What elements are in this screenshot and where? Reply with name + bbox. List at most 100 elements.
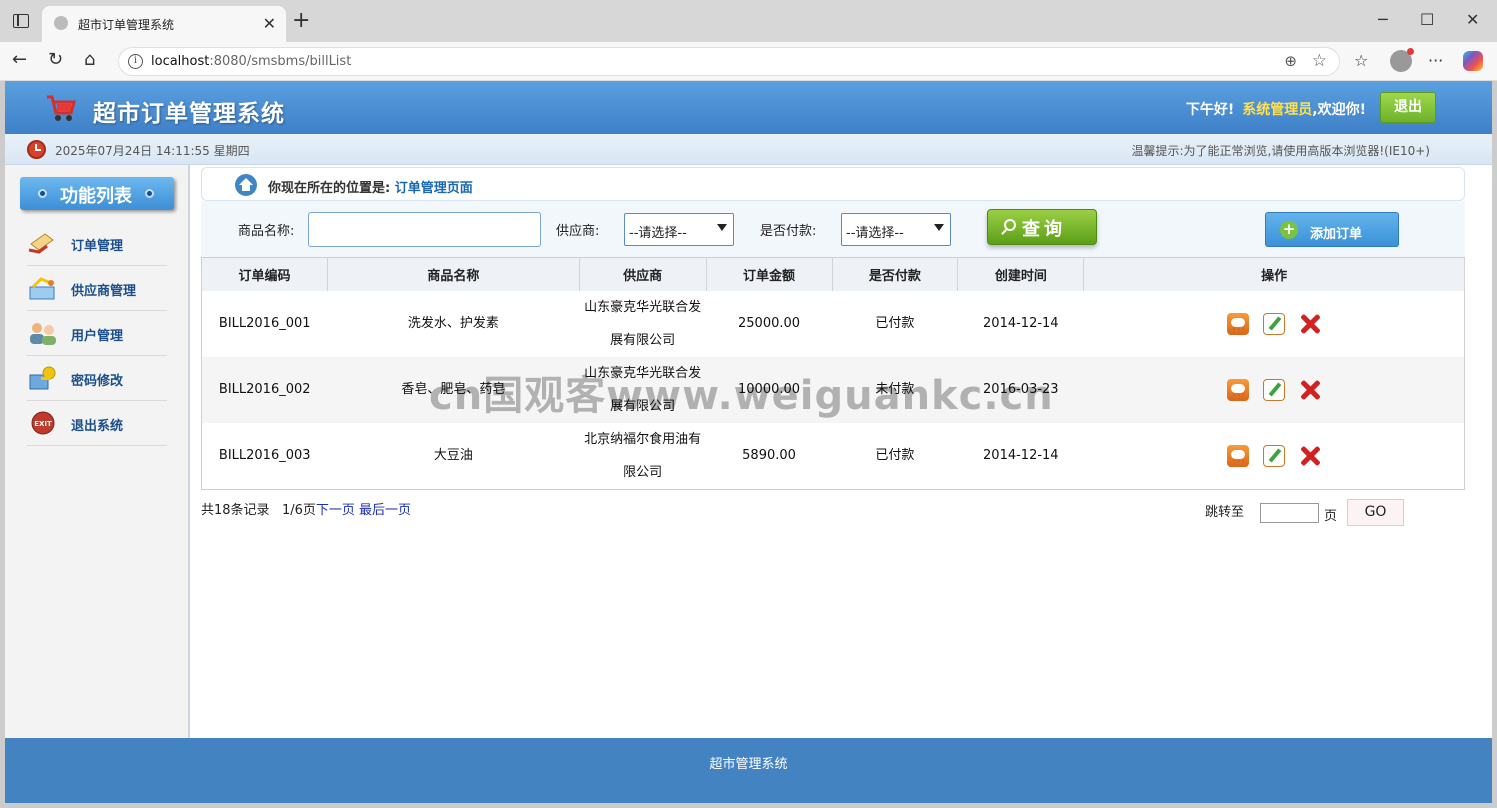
created-date: 2014-12-14: [983, 448, 1059, 463]
column-header: 商品名称: [327, 257, 580, 291]
minimize-icon[interactable]: ─: [1378, 10, 1388, 29]
page-unit: 页: [1324, 509, 1338, 524]
paid-select[interactable]: --请选择--: [841, 213, 951, 246]
clock-icon: [27, 140, 46, 159]
order-code: BILL2016_001: [218, 316, 311, 331]
row-actions: [1084, 291, 1465, 357]
profile-avatar[interactable]: [1390, 48, 1414, 72]
add-order-button[interactable]: + 添加订单: [1265, 212, 1399, 247]
browser-tip: 温馨提示:为了能正常浏览,请使用高版本浏览器!(IE10+): [1131, 144, 1430, 158]
users-icon: [30, 323, 56, 345]
favorite-star-icon[interactable]: ☆: [1312, 51, 1327, 71]
paid-label: 是否付款:: [760, 224, 817, 239]
sidebar-item-password[interactable]: 密码修改: [27, 356, 167, 401]
delete-icon[interactable]: [1299, 379, 1321, 401]
greeting-time: 下午好!: [1185, 102, 1235, 118]
sidebar-item-label: 供应商管理: [71, 284, 137, 299]
delete-icon[interactable]: [1299, 313, 1321, 335]
view-icon[interactable]: [1226, 312, 1249, 346]
table-row: BILL2016_001 洗发水、护发素 山东豪克华光联合发展有限公司 2500…: [202, 291, 1465, 357]
username: 系统管理员: [1242, 102, 1313, 118]
column-header: 创建时间: [957, 257, 1085, 291]
greeting: 下午好! 系统管理员,欢迎你!: [1186, 99, 1366, 119]
sidebar-item-label: 密码修改: [71, 374, 124, 389]
view-icon[interactable]: [1226, 444, 1249, 478]
row-actions: [1083, 356, 1465, 423]
paid-selected: --请选择--: [846, 226, 904, 241]
logout-button[interactable]: 退出: [1380, 92, 1436, 123]
back-icon[interactable]: ←: [12, 50, 27, 70]
url-path: :8080/smsbms/billList: [209, 54, 352, 69]
sidebar-item-users[interactable]: 用户管理: [27, 311, 167, 356]
search-icon: [1004, 219, 1016, 231]
chevron-down-icon: [717, 224, 727, 231]
edit-icon[interactable]: [1262, 378, 1285, 401]
product-name-input[interactable]: [308, 212, 541, 247]
function-list-header: 功能列表: [20, 177, 174, 210]
location-text: 你现在所在的位置是: 订单管理页面: [268, 177, 473, 196]
next-page-link[interactable]: 下一页: [316, 503, 355, 518]
query-button[interactable]: 查询: [987, 209, 1097, 245]
site-info-icon[interactable]: i: [128, 54, 143, 69]
last-page-link[interactable]: 最后一页: [359, 503, 411, 518]
provider-name: 山东豪克华光联合发展有限公司: [584, 299, 702, 348]
edit-icon[interactable]: [1262, 312, 1285, 335]
column-header: 操作: [1083, 257, 1465, 291]
browser-tab[interactable]: 超市订单管理系统 ✕: [42, 6, 286, 42]
record-count: 共18条记录: [201, 503, 270, 518]
order-amount: 5890.00: [742, 448, 796, 463]
provider-select[interactable]: --请选择--: [624, 213, 734, 246]
sidebar-menu: 订单管理 供应商管理 用户管理 密码修改 EXIT 退出系统: [27, 221, 167, 446]
copilot-icon[interactable]: [1463, 51, 1483, 71]
more-menu-icon[interactable]: ···: [1428, 52, 1443, 70]
location-current: 订单管理页面: [394, 181, 473, 196]
order-code: BILL2016_003: [218, 448, 311, 463]
jump-label: 跳转至: [1205, 505, 1245, 520]
reload-icon[interactable]: ↻: [48, 50, 63, 70]
page-indicator: 1/6页: [281, 503, 316, 518]
site-footer: 超市管理系统: [5, 738, 1492, 803]
key-icon: [29, 366, 56, 390]
new-tab-icon[interactable]: +: [292, 8, 310, 34]
sidebar-toggle-icon[interactable]: [13, 14, 29, 28]
jump-page-input[interactable]: [1260, 503, 1319, 523]
close-window-icon[interactable]: ✕: [1466, 10, 1479, 29]
product-name-label: 商品名称:: [238, 224, 295, 239]
sidebar-item-label: 订单管理: [71, 239, 124, 254]
table-row: BILL2016_003 大豆油 北京纳福尔食用油有限公司 5890.00 已付…: [202, 423, 1465, 490]
watermark: cn国观客www.weiguankc.cn: [429, 373, 1054, 419]
view-icon[interactable]: [1226, 378, 1249, 412]
page: 超市订单管理系统 下午好! 系统管理员,欢迎你! 退出 2025年07月24日 1…: [5, 81, 1492, 803]
order-icon: [28, 233, 54, 254]
tab-close-icon[interactable]: ✕: [263, 14, 276, 33]
query-button-label: 查询: [1022, 219, 1066, 240]
footer-text: 超市管理系统: [709, 757, 788, 772]
go-button[interactable]: GO: [1347, 499, 1404, 526]
svg-text:EXIT: EXIT: [34, 420, 52, 428]
sidebar-item-providers[interactable]: 供应商管理: [27, 266, 167, 311]
sidebar: 功能列表 订单管理 供应商管理 用户管理 密码修改 EXIT 退出系统: [5, 165, 190, 738]
sidebar-item-orders[interactable]: 订单管理: [27, 221, 167, 266]
sidebar-item-exit[interactable]: EXIT 退出系统: [27, 401, 167, 446]
row-actions: [1084, 423, 1465, 490]
column-header: 是否付款: [832, 257, 959, 291]
order-amount: 25000.00: [738, 316, 801, 331]
zoom-icon[interactable]: ⊕: [1284, 52, 1297, 70]
current-datetime: 2025年07月24日 14:11:55 星期四: [55, 144, 250, 158]
edit-icon[interactable]: [1262, 444, 1285, 467]
info-bar: 2025年07月24日 14:11:55 星期四 温馨提示:为了能正常浏览,请使…: [5, 134, 1492, 165]
provider-label: 供应商:: [556, 224, 600, 239]
site-header: 超市订单管理系统 下午好! 系统管理员,欢迎你! 退出: [5, 81, 1492, 134]
url-field[interactable]: i localhost:8080/smsbms/billList ⊕ ☆: [118, 47, 1340, 76]
home-nav-icon[interactable]: ⌂: [84, 50, 95, 70]
column-header: 订单编码: [201, 257, 328, 291]
created-date: 2014-12-14: [983, 316, 1059, 331]
maximize-icon[interactable]: ☐: [1420, 10, 1434, 29]
site-title: 超市订单管理系统: [93, 101, 285, 127]
location-prefix: 你现在所在的位置是:: [268, 181, 391, 196]
favorites-list-icon[interactable]: ☆: [1354, 52, 1368, 70]
pagination: 共18条记录 1/6页下一页 最后一页: [201, 499, 411, 518]
delete-icon[interactable]: [1299, 445, 1321, 467]
product-name: 大豆油: [433, 448, 473, 463]
column-header: 供应商: [579, 257, 707, 291]
